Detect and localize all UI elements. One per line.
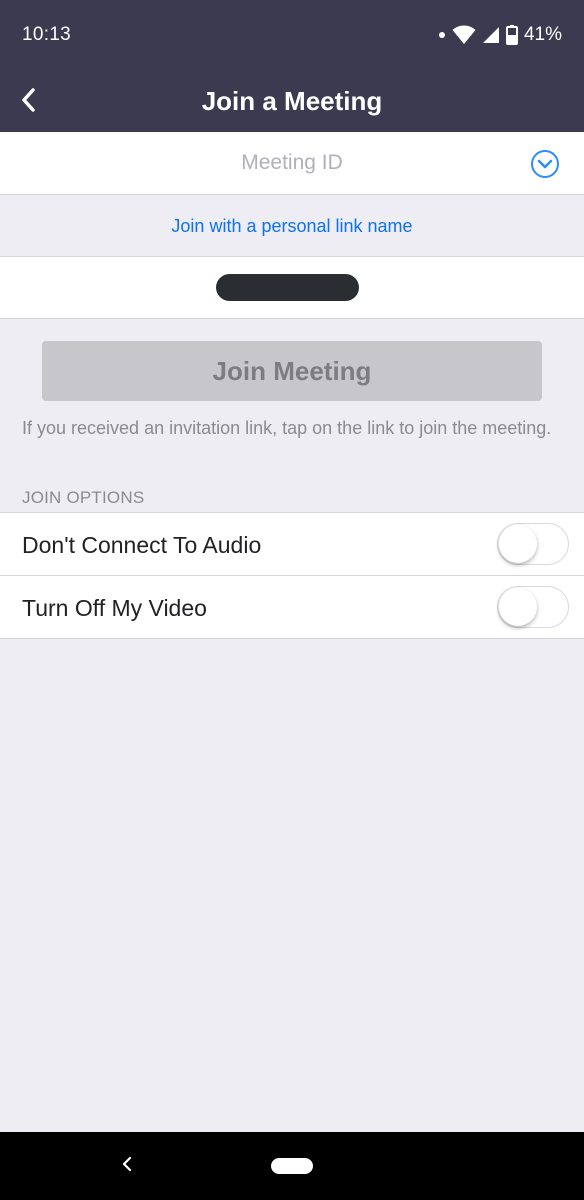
- status-bar: 10:13 41%: [0, 0, 584, 70]
- chevron-left-icon: [121, 1156, 133, 1177]
- status-time: 10:13: [22, 24, 72, 45]
- chevron-down-circle-icon: [530, 150, 560, 183]
- page-title: Join a Meeting: [201, 86, 383, 116]
- option-label-video: Turn Off My Video: [22, 595, 207, 621]
- system-home-button[interactable]: [271, 1158, 313, 1174]
- system-back-button[interactable]: [113, 1152, 141, 1180]
- turn-off-video-toggle[interactable]: [497, 586, 569, 628]
- android-nav-bar: [0, 1132, 584, 1200]
- dont-connect-audio-toggle[interactable]: [497, 523, 569, 565]
- nav-bar: Join a Meeting: [0, 70, 584, 132]
- join-meeting-button[interactable]: Join Meeting: [42, 341, 542, 401]
- notification-dot-icon: [438, 31, 446, 39]
- name-row: [0, 256, 584, 319]
- option-label-audio: Don't Connect To Audio: [22, 532, 262, 558]
- battery-percent: 41%: [523, 24, 562, 45]
- personal-link-row: Join with a personal link name: [0, 196, 584, 256]
- signal-icon: [482, 26, 500, 44]
- status-icons: 41%: [438, 22, 562, 48]
- join-options-header: JOIN OPTIONS: [22, 488, 145, 507]
- toggle-knob: [499, 525, 537, 563]
- toggle-knob: [499, 588, 537, 626]
- option-row-audio: Don't Connect To Audio: [0, 512, 584, 575]
- meeting-id-row: [0, 132, 584, 195]
- meeting-id-input[interactable]: [60, 140, 524, 186]
- battery-icon: [505, 25, 518, 45]
- wifi-icon: [452, 25, 476, 45]
- option-row-video: Turn Off My Video: [0, 575, 584, 639]
- meeting-id-dropdown-button[interactable]: [530, 149, 560, 179]
- invitation-hint: If you received an invitation link, tap …: [22, 418, 552, 438]
- redacted-name: [216, 274, 359, 301]
- personal-link-name-link[interactable]: Join with a personal link name: [171, 216, 412, 237]
